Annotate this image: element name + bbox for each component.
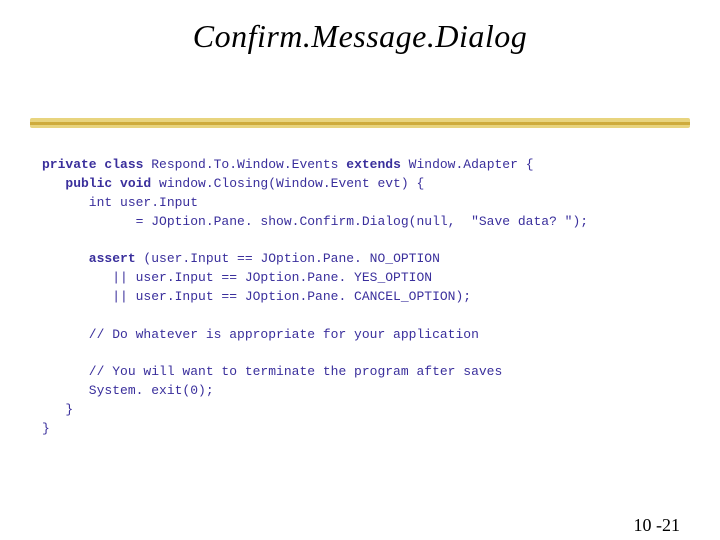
code-text: || user.Input == JOption.Pane. CANCEL_OP… [42,289,471,304]
code-text: window.Closing(Window.Event evt) { [151,176,424,191]
code-text: = JOption.Pane. show.Confirm.Dialog(null… [42,214,588,229]
code-kw: public void [42,176,151,191]
code-text: int user.Input [42,195,198,210]
code-text: (user.Input == JOption.Pane. NO_OPTION [136,251,440,266]
code-comment: // You will want to terminate the progra… [42,364,502,379]
code-kw: private class [42,157,143,172]
code-text: System. exit(0); [42,383,214,398]
code-text: } [42,421,50,436]
code-comment: // Do whatever is appropriate for your a… [42,327,479,342]
code-block: private class Respond.To.Window.Events e… [42,156,700,439]
code-text: || user.Input == JOption.Pane. YES_OPTIO… [42,270,432,285]
slide-title: Confirm.Message.Dialog [0,18,720,55]
code-text: Window.Adapter { [401,157,534,172]
divider-rule [30,118,690,128]
code-text: } [42,402,73,417]
page-number: 10 -21 [634,515,681,536]
code-kw: assert [42,251,136,266]
code-kw: extends [346,157,401,172]
code-text: Respond.To.Window.Events [143,157,346,172]
